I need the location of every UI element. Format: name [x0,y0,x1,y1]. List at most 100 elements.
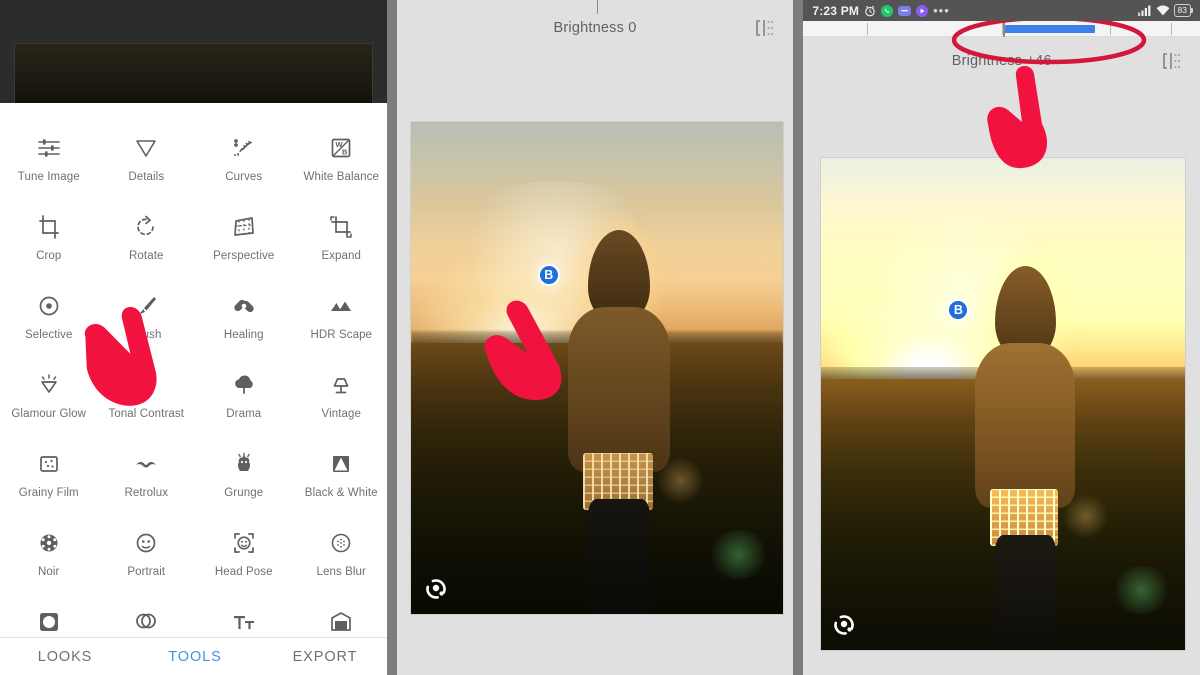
google-lens-icon[interactable] [423,576,449,602]
curves-icon [229,133,259,163]
tool-label: Drama [226,408,262,420]
slider-track[interactable] [396,0,794,14]
compare-split-icon[interactable] [753,17,775,39]
battery-indicator: 83 [1173,4,1194,17]
nav-export[interactable]: EXPORT [260,649,387,665]
tool-glamour-glow[interactable]: Glamour Glow [0,360,98,439]
drama-icon [229,370,259,400]
whatsapp-icon [881,4,894,17]
message-icon [898,5,912,16]
photo-canvas-after[interactable]: B [821,158,1186,650]
tool-label: Noir [38,566,60,578]
slider-handle[interactable] [596,0,599,14]
tool-lens-blur[interactable]: Lens Blur [293,518,387,597]
lens-flare-orange [1061,492,1109,540]
tonal-contrast-icon [131,370,161,400]
brightness-slider-before[interactable] [396,0,794,14]
tool-tonal-contrast[interactable]: Tonal Contrast [98,360,196,439]
dimmed-photo-backdrop [14,43,373,105]
tool-noir[interactable]: Noir [0,518,98,597]
double-exposure-icon [131,607,161,637]
slider-fill [1003,25,1096,33]
lens-flare-green [1108,566,1175,614]
tool-vignette[interactable]: Vignette [0,597,98,638]
tool-retrolux[interactable]: Retrolux [98,439,196,518]
photo-canvas-before[interactable]: B [410,122,783,614]
subject-legs [587,498,651,614]
portrait-icon [131,528,161,558]
tool-header-before: Brightness 0 [397,16,794,40]
grunge-icon [229,449,259,479]
slider-tick [867,23,869,35]
glamour-glow-icon [34,370,64,400]
selective-icon [34,291,64,321]
tool-vintage[interactable]: Vintage [293,360,387,439]
tool-white-balance[interactable]: W B White Balance [293,123,387,202]
noir-icon [34,528,64,558]
tool-drama[interactable]: Drama [195,360,293,439]
tool-title: Brightness +46 [951,53,1052,69]
panel-divider-1 [386,0,397,675]
tool-label: Selective [24,329,73,341]
slider-tick [1171,23,1173,35]
photo-subject [971,266,1080,650]
vintage-icon [326,370,356,400]
tool-label: Retrolux [124,487,169,499]
tool-healing[interactable]: Healing [195,281,293,360]
tool-label: Details [128,171,165,183]
vignette-icon [34,607,64,637]
tool-label: Expand [321,250,362,262]
selective-control-point[interactable]: B [537,264,560,286]
tool-label: Tonal Contrast [108,408,185,420]
tool-label: Glamour Glow [11,408,87,420]
tool-label: Rotate [129,250,164,262]
head-pose-icon [229,528,259,558]
tool-portrait[interactable]: Portrait [98,518,196,597]
tool-grunge[interactable]: Grunge [195,439,293,518]
hdr-scape-icon [326,291,356,321]
wifi-icon [1156,5,1170,16]
edited-photo: B [410,122,783,614]
tool-curves[interactable]: Curves [195,123,293,202]
slider-handle[interactable] [1003,21,1005,37]
nav-tools[interactable]: TOOLS [130,649,260,665]
google-lens-icon[interactable] [831,612,857,638]
tool-tune-image[interactable]: Tune Image [0,123,98,202]
brightness-slider-after[interactable] [803,21,1200,37]
panel-divider-2 [793,0,804,675]
tool-label: Tune Image [17,171,80,183]
tool-perspective[interactable]: Perspective [195,202,293,281]
compare-split-icon[interactable] [1160,50,1182,72]
tool-brush[interactable]: Brush [98,281,196,360]
perspective-icon [229,212,259,242]
subject-jacket [567,306,671,472]
tool-details[interactable]: Details [98,123,196,202]
tool-grainy-film[interactable]: Grainy Film [0,439,98,518]
tool-black-white[interactable]: Black & White [293,439,387,518]
tool-text[interactable]: Text [195,597,293,638]
tool-crop[interactable]: Crop [0,202,98,281]
tool-head-pose[interactable]: Head Pose [195,518,293,597]
tool-label: Curves [225,171,263,183]
android-status-bar: 7:23 PM ••• 83 [803,0,1200,21]
healing-icon [229,291,259,321]
details-icon [131,133,161,163]
tools-grid[interactable]: Tune Image Details Curves W B White Balance Cr… [0,123,387,638]
subject-legs [994,534,1056,650]
black-and-white-icon [326,449,356,479]
tool-frames[interactable]: Frames [293,597,387,638]
tools-sheet: Tune Image Details Curves W B White Balance Cr… [0,103,387,675]
svg-text:B: B [342,148,348,157]
white-balance-icon: WB [326,133,356,163]
nav-looks[interactable]: LOOKS [0,649,130,665]
tool-label: HDR Scape [310,329,373,341]
tool-expand[interactable]: Expand [293,202,387,281]
tool-double-exposure[interactable]: Double Exposure [98,597,196,638]
subject-jacket [974,342,1076,508]
tool-rotate[interactable]: Rotate [98,202,196,281]
tool-selective[interactable]: Selective [0,281,98,360]
panel-brightness-before: Brightness 0 B [396,0,794,675]
tool-label: Portrait [127,566,166,578]
tool-label: Vintage [321,408,361,420]
tool-hdr-scape[interactable]: HDR Scape [293,281,387,360]
